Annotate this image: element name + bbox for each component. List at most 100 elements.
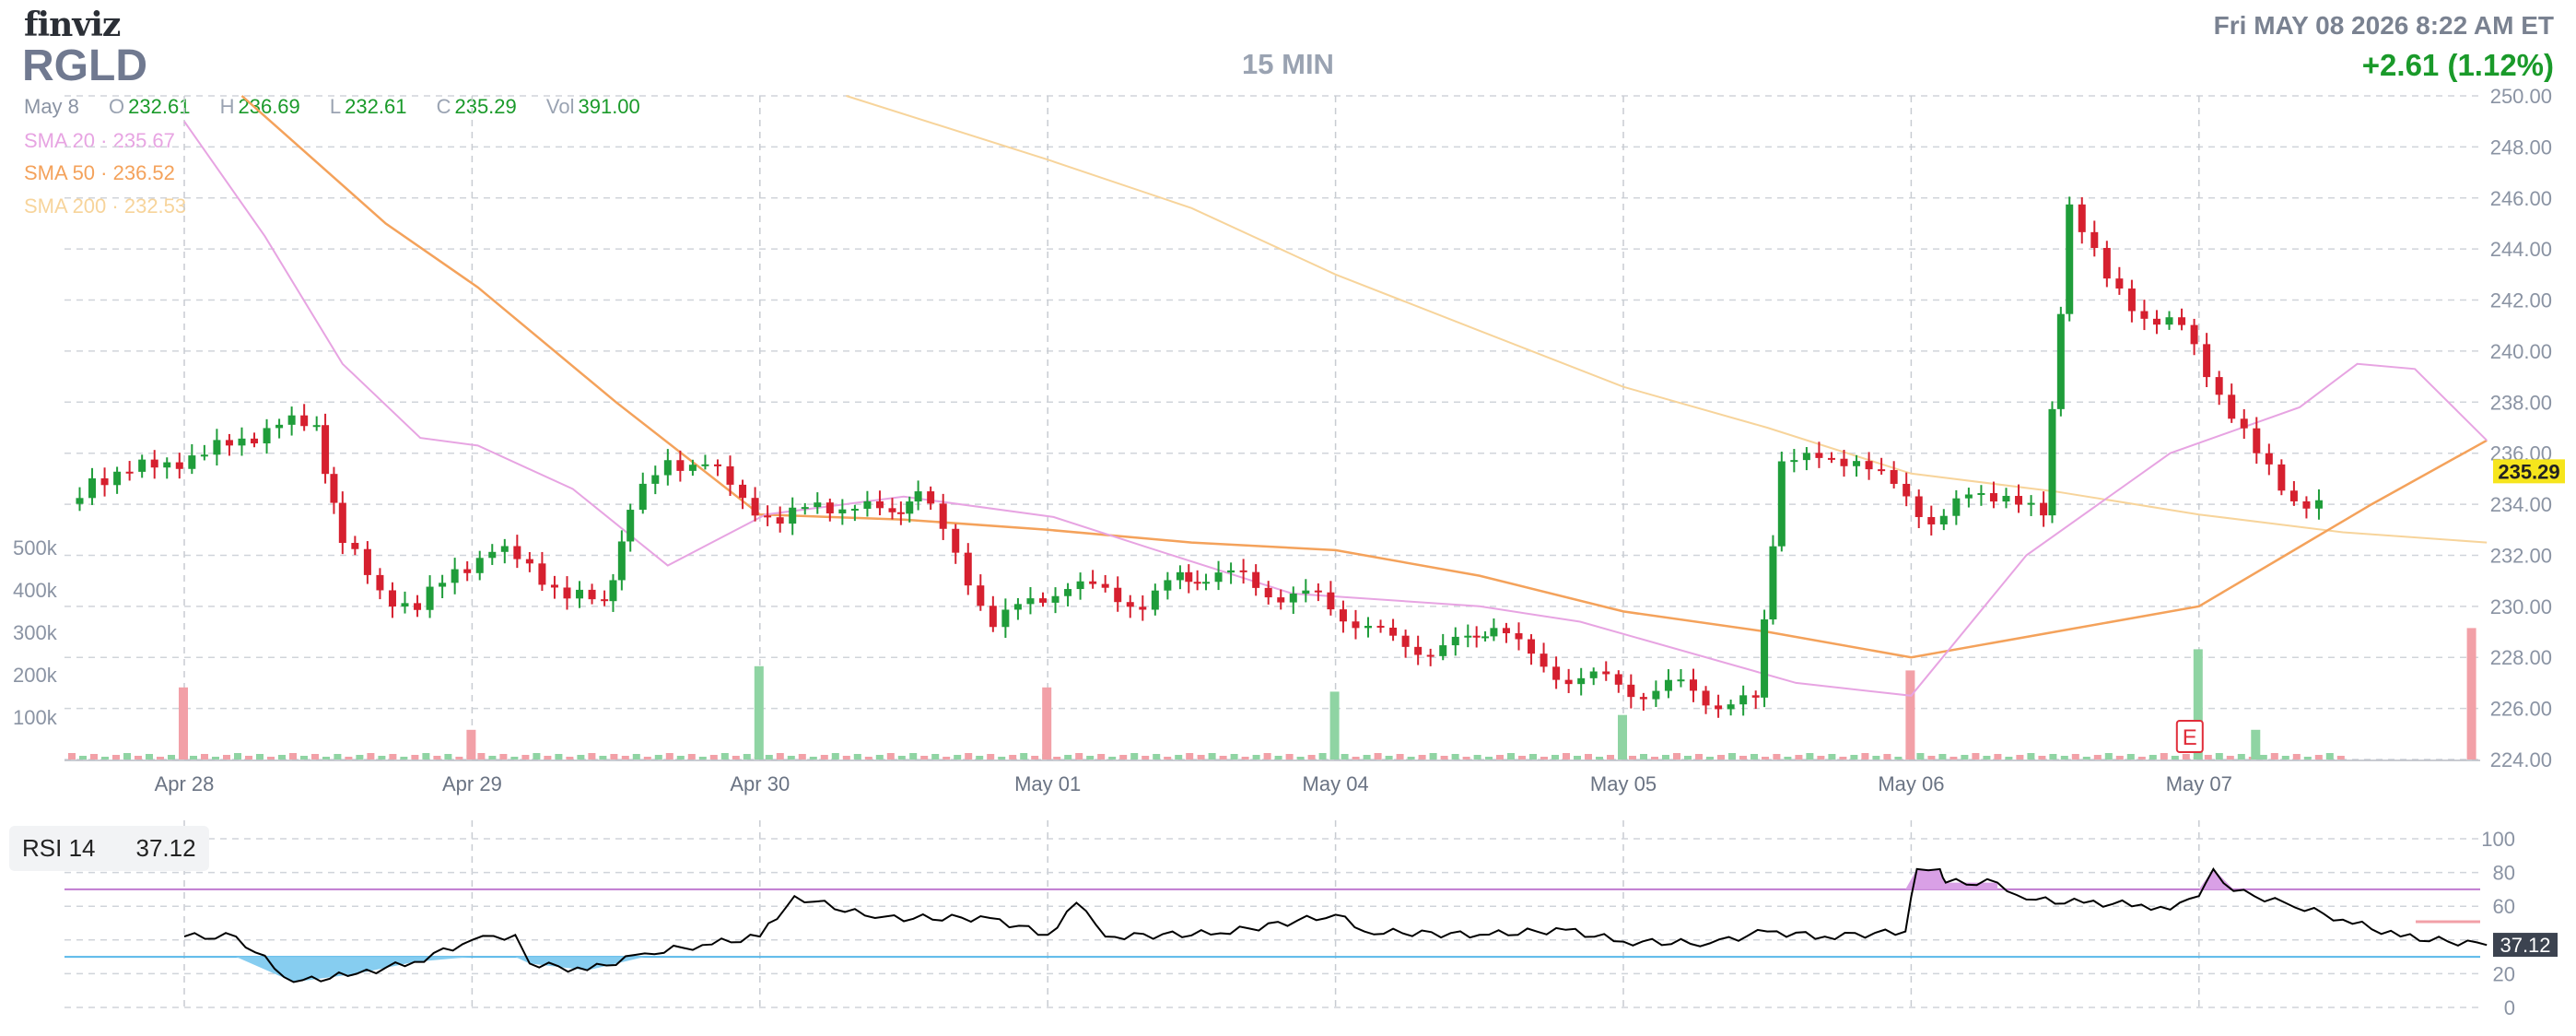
volume-bar — [831, 753, 839, 759]
volume-bar — [101, 757, 109, 759]
volume-bar — [1773, 754, 1781, 759]
volume-bar — [1651, 757, 1658, 759]
candle-body — [1490, 628, 1498, 637]
volume-bar — [2126, 754, 2135, 759]
candle-body — [563, 587, 571, 599]
candle-body — [225, 440, 233, 446]
volume-bar — [864, 757, 872, 759]
volume-bar — [356, 755, 364, 759]
candle-body — [1001, 609, 1010, 628]
volume-bar — [1806, 753, 1814, 759]
volume-bar — [1462, 757, 1470, 759]
volume-bar — [1706, 757, 1714, 759]
sma50-line — [240, 95, 2488, 659]
volume-bar — [1784, 757, 1792, 759]
candle-body — [1727, 704, 1735, 710]
rsi-mid-mark — [2416, 920, 2480, 924]
candle-body — [609, 580, 617, 602]
candle-body — [1139, 606, 1147, 610]
candle-body — [1389, 627, 1398, 636]
volume-bar — [499, 754, 508, 759]
volume-bar — [455, 757, 463, 759]
candle-body — [513, 546, 521, 559]
volume-bar — [720, 753, 729, 759]
volume-bar — [1451, 754, 1459, 759]
volume-bar — [1197, 755, 1205, 759]
candle-body — [739, 484, 747, 499]
volume-bar — [1363, 755, 1371, 759]
volume-bar — [267, 757, 275, 759]
volume-bar — [1739, 756, 1747, 759]
volume-bar — [2270, 753, 2278, 759]
x-tick-label: Apr 30 — [730, 772, 790, 795]
price-chart[interactable]: 224.00226.00228.00230.00232.00234.00236.… — [0, 0, 2576, 1036]
candle-body — [500, 546, 509, 552]
volume-bar — [223, 755, 230, 759]
candle-body — [1214, 572, 1223, 583]
candle-body — [1064, 589, 1072, 596]
y-tick-label: 244.00 — [2490, 238, 2552, 261]
candle-body — [1552, 666, 1561, 680]
volume-bar — [190, 756, 197, 759]
volume-bar — [698, 757, 707, 759]
volume-bar — [378, 756, 386, 759]
candle-body — [2302, 500, 2311, 509]
volume-bar — [1119, 755, 1128, 759]
volume-bar — [1274, 756, 1282, 759]
volume-bar — [1607, 755, 1614, 759]
volume-bar — [2060, 756, 2068, 759]
volume-bar — [1142, 756, 1150, 759]
candle-body — [1051, 595, 1060, 603]
candle-body — [850, 508, 859, 511]
volume-tick-label: 400k — [13, 579, 58, 602]
volume-bar — [2082, 757, 2090, 759]
volume-bar — [2038, 756, 2046, 759]
candle-body — [776, 517, 784, 524]
candle-body — [88, 477, 97, 499]
volume-bar — [2171, 756, 2179, 759]
candle-body — [838, 509, 847, 513]
candle-body — [463, 569, 472, 573]
volume-bar — [853, 754, 861, 759]
candle-body — [238, 438, 246, 446]
y-tick-label: 246.00 — [2490, 187, 2552, 210]
volume-bar — [1097, 754, 1106, 759]
volume-bar — [1396, 754, 1404, 759]
volume-bar — [1429, 753, 1437, 759]
volume-bar — [1927, 756, 1936, 759]
candle-body — [2203, 344, 2211, 378]
volume-bar — [665, 753, 673, 759]
candle-body — [1414, 646, 1423, 655]
volume-spike — [754, 665, 764, 759]
volume-bar — [2005, 757, 2013, 759]
volume-bar — [588, 753, 596, 759]
candle-body — [439, 583, 447, 587]
candle-body — [175, 462, 183, 469]
candle-body — [2002, 496, 2010, 502]
candle-body — [2178, 317, 2186, 325]
rsi-legend[interactable]: RSI 14 37.12 — [9, 826, 209, 871]
candle-body — [2265, 453, 2273, 465]
volume-bar — [1673, 753, 1680, 759]
candle-body — [1026, 598, 1035, 605]
x-tick-label: Apr 29 — [442, 772, 502, 795]
candle-body — [952, 528, 960, 553]
volume-bar — [1009, 755, 1017, 759]
volume-bar — [1961, 755, 1969, 759]
candle-body — [1264, 587, 1272, 598]
volume-bar — [555, 754, 563, 759]
candle-body — [188, 455, 196, 469]
volume-spike — [2251, 729, 2261, 759]
candle-body — [351, 543, 359, 549]
volume-bar — [1263, 753, 1271, 759]
volume-bar — [2093, 755, 2102, 759]
x-tick-label: May 04 — [1303, 772, 1369, 795]
candle-body — [451, 569, 459, 583]
candle-body — [200, 454, 208, 457]
volume-bar — [676, 756, 685, 759]
candle-body — [2115, 278, 2124, 289]
candle-body — [939, 503, 947, 529]
candle-body — [601, 599, 609, 602]
volume-bar — [1130, 753, 1139, 759]
volume-spike — [466, 729, 476, 759]
